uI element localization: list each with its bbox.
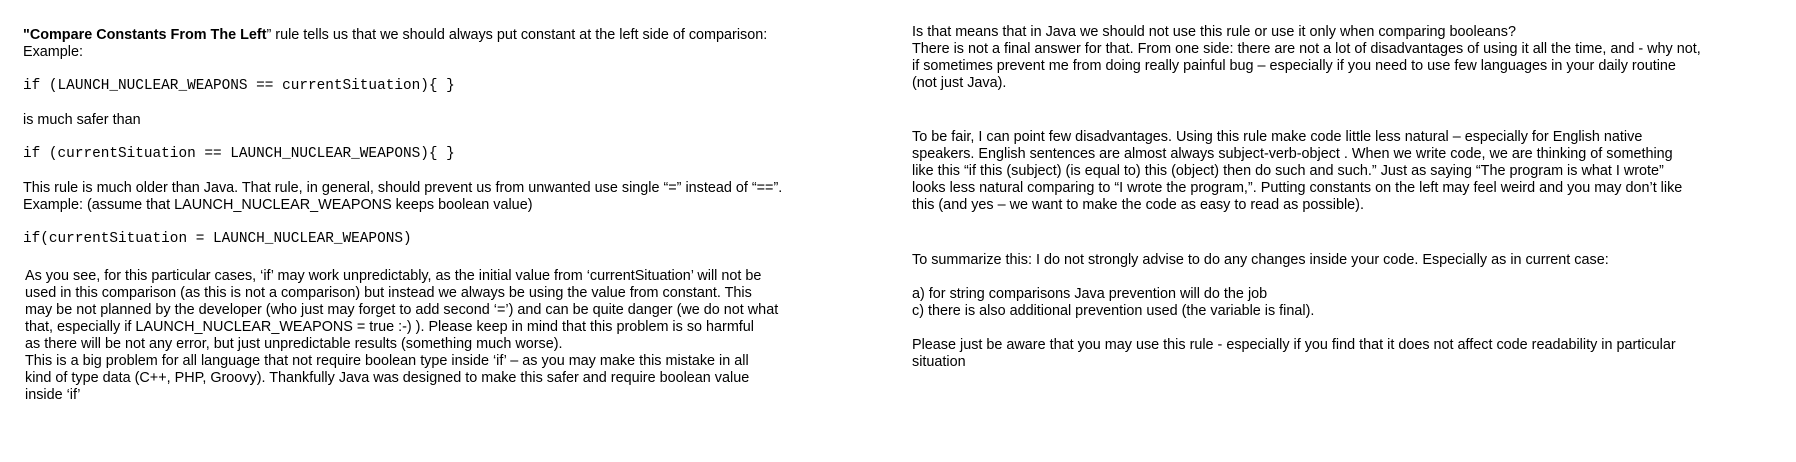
list-item: c) there is also additional prevention u…	[912, 303, 1315, 319]
para-line: This is a big problem for all language t…	[25, 353, 749, 369]
para-line: Please just be aware that you may use th…	[912, 337, 1676, 353]
summary-list: a) for string comparisons Java preventio…	[912, 286, 1762, 320]
para-line: like this “if this (subject) (is equal t…	[912, 163, 1664, 179]
list-item: a) for string comparisons Java preventio…	[912, 286, 1268, 302]
para-line: that, especially if LAUNCH_NUCLEAR_WEAPO…	[25, 319, 755, 335]
code-example-2: if (currentSituation == LAUNCH_NUCLEAR_W…	[23, 146, 455, 162]
closing-paragraph: Please just be aware that you may use th…	[912, 337, 1762, 371]
para-line: as there will be not any error, but just…	[25, 336, 563, 352]
para-line: situation	[912, 354, 966, 370]
explanation-paragraph: As you see, for this particular cases, ‘…	[23, 268, 883, 404]
example-label-2: Example: (assume that LAUNCH_NUCLEAR_WEA…	[23, 197, 533, 213]
para-line: may be not planned by the developer (who…	[25, 302, 779, 318]
code-example-1: if (LAUNCH_NUCLEAR_WEAPONS == currentSit…	[23, 78, 455, 94]
para-line: As you see, for this particular cases, ‘…	[25, 268, 762, 284]
para-line: looks less natural comparing to “I wrote…	[912, 180, 1683, 196]
left-column: "Compare Constants From The Left” rule t…	[23, 27, 883, 404]
para-line: this (and yes – we want to make the code…	[912, 197, 1364, 213]
para-line: speakers. English sentences are almost a…	[912, 146, 1673, 162]
open-quote: "	[23, 27, 30, 43]
question-paragraph: Is that means that in Java we should not…	[912, 24, 1762, 92]
safer-text: is much safer than	[23, 112, 141, 128]
para-line: if sometimes prevent me from doing reall…	[912, 58, 1676, 74]
older-line: This rule is much older than Java. That …	[23, 180, 783, 196]
code-example-3: if(currentSituation = LAUNCH_NUCLEAR_WEA…	[23, 231, 412, 247]
para-line: (not just Java).	[912, 75, 1007, 91]
para-line: To be fair, I can point few disadvantage…	[912, 129, 1643, 145]
para-line: inside ‘if’	[25, 387, 81, 403]
para-line: used in this comparison (as this is not …	[25, 285, 752, 301]
rule-name: Compare Constants From The Left	[29, 27, 267, 43]
para-line: kind of type data (C++, PHP, Groovy). Th…	[25, 370, 750, 386]
example-label: Example:	[23, 44, 83, 60]
disadvantages-paragraph: To be fair, I can point few disadvantage…	[912, 129, 1762, 214]
right-column: Is that means that in Java we should not…	[912, 24, 1762, 371]
intro-line: "Compare Constants From The Left” rule t…	[23, 27, 883, 44]
para-line: There is not a final answer for that. Fr…	[912, 41, 1701, 57]
intro-rest: ” rule tells us that we should always pu…	[266, 27, 768, 43]
summary-line: To summarize this: I do not strongly adv…	[912, 252, 1609, 268]
para-line: Is that means that in Java we should not…	[912, 24, 1516, 40]
